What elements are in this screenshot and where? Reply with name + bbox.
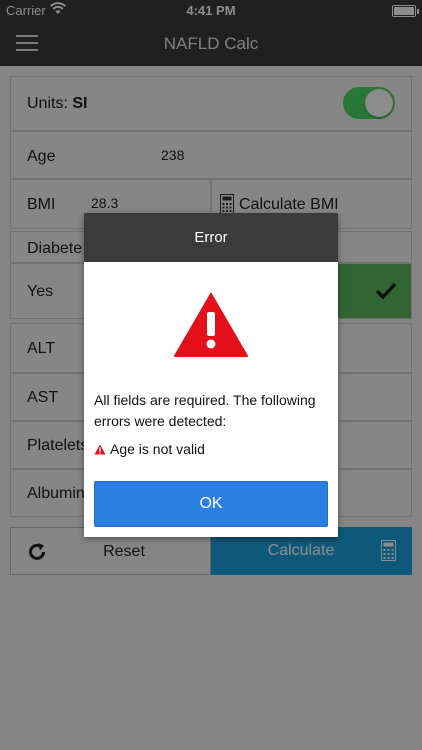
warning-small-icon [94,442,106,458]
error-item-text: Age is not valid [110,441,205,457]
error-dialog: Error All fields are required. The follo… [84,213,338,537]
ok-button[interactable]: OK [94,481,328,527]
dialog-message: All fields are required. The following e… [94,392,316,429]
warning-icon [173,292,249,363]
error-item: Age is not valid [94,441,205,458]
dialog-title: Error [84,213,338,262]
